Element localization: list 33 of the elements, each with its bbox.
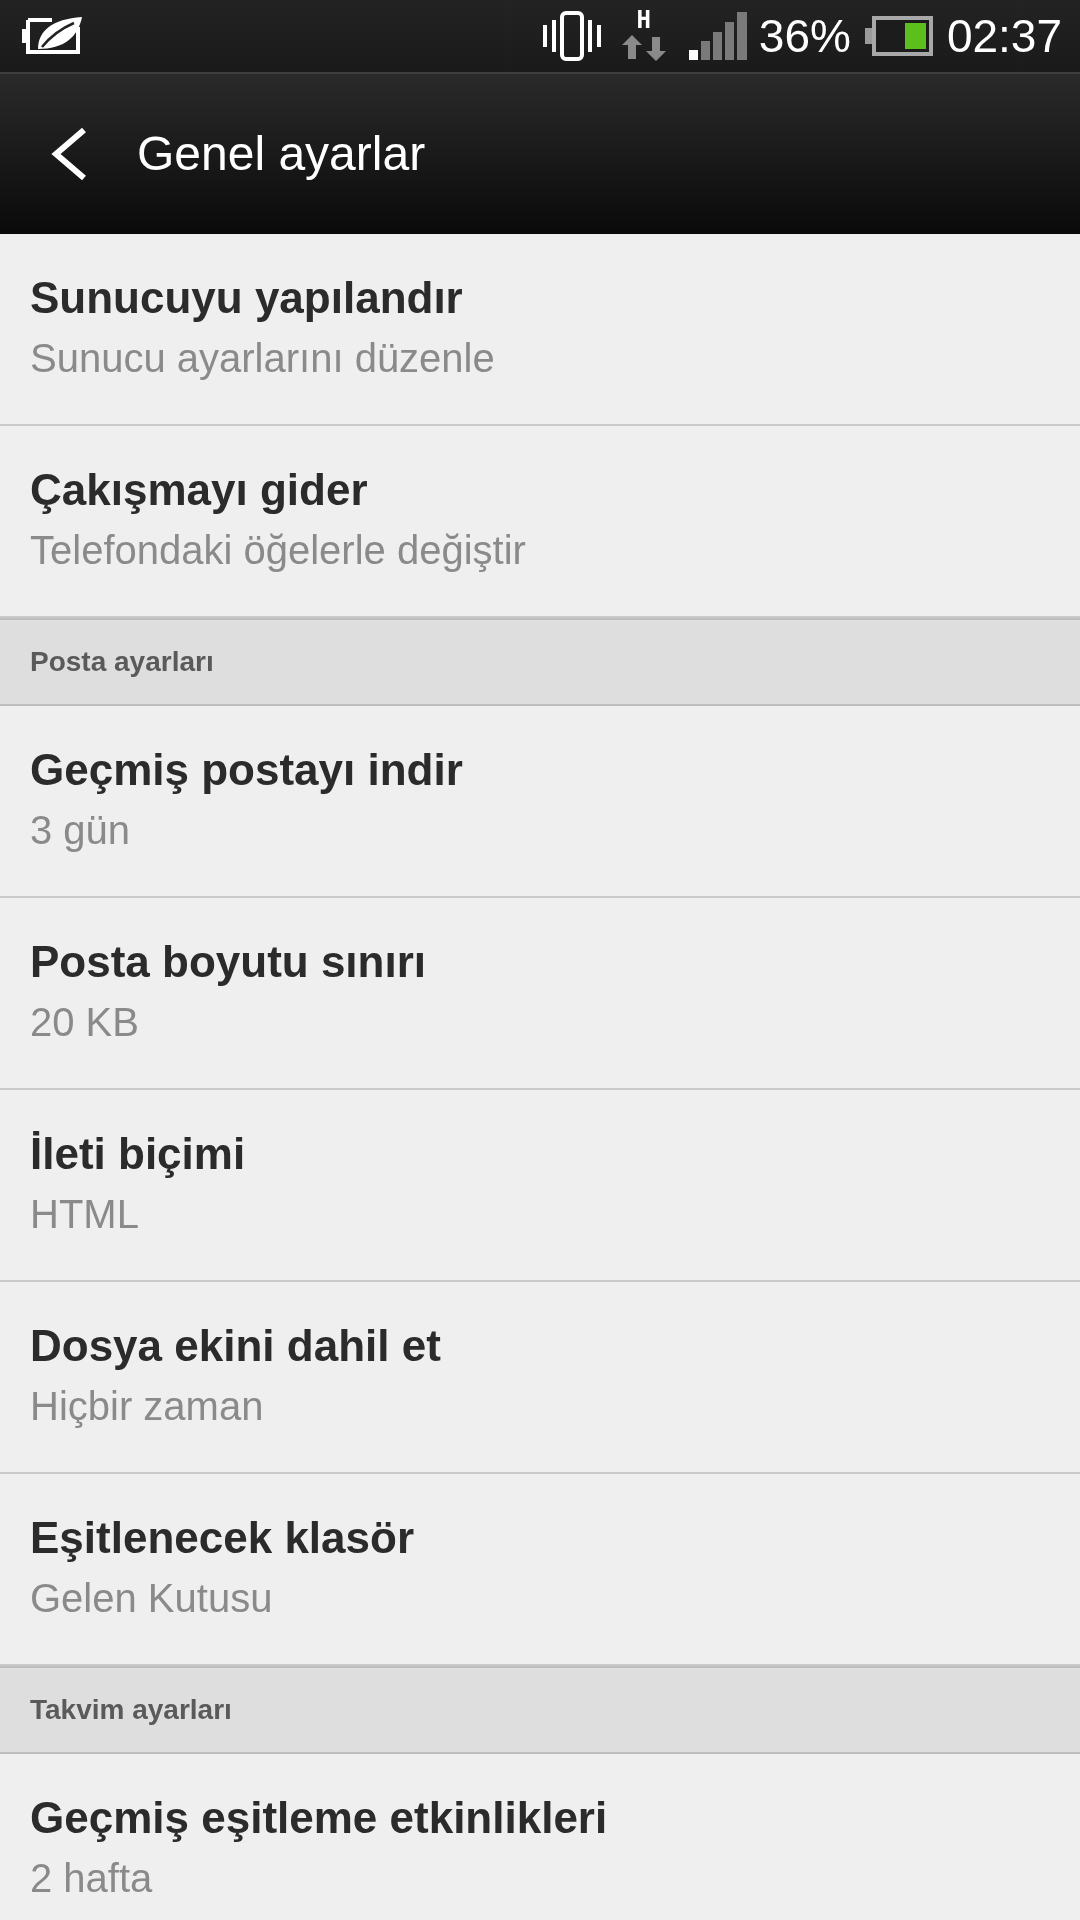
item-title: Geçmiş eşitleme etkinlikleri [30, 1792, 608, 1844]
screen-title: Genel ayarlar [137, 126, 426, 182]
settings-item[interactable]: Posta boyutu sınırı 20 KB [0, 898, 1080, 1090]
item-summary: Telefondaki öğelerle değiştir [30, 527, 526, 574]
item-summary: HTML [30, 1191, 139, 1238]
item-title: Geçmiş postayı indir [30, 744, 463, 796]
item-title: İleti biçimi [30, 1128, 246, 1180]
item-title: Dosya ekini dahil et [30, 1320, 441, 1372]
settings-item[interactable]: Sunucuyu yapılandır Sunucu ayarlarını düzenle [0, 234, 1080, 426]
signal-icon [688, 12, 747, 60]
item-summary: Sunucu ayarlarını düzenle [30, 335, 495, 382]
item-title: Sunucuyu yapılandır [30, 272, 463, 324]
item-title: Eşitlenecek klasör [30, 1512, 414, 1564]
settings-item[interactable]: Geçmiş postayı indir 3 gün [0, 706, 1080, 898]
item-summary: Gelen Kutusu [30, 1575, 273, 1622]
data-arrows-icon [621, 33, 666, 63]
settings-item[interactable]: İleti biçimi HTML [0, 1090, 1080, 1282]
item-title: Çakışmayı gider [30, 464, 368, 516]
network-type-label: H [636, 9, 651, 31]
item-title: Posta boyutu sınırı [30, 936, 427, 988]
settings-item[interactable]: Dosya ekini dahil et Hiçbir zaman [0, 1282, 1080, 1474]
clock-time: 02:37 [946, 10, 1062, 62]
leaf-battery-icon [22, 15, 84, 57]
item-summary: 3 gün [30, 807, 131, 854]
item-summary: 2 hafta [30, 1855, 153, 1902]
item-summary: Hiçbir zaman [30, 1383, 264, 1430]
settings-item[interactable]: Geçmiş eşitleme etkinlikleri 2 hafta [0, 1754, 1080, 1920]
item-summary: 20 KB [30, 999, 139, 1046]
section-header: Takvim ayarları [0, 1666, 1080, 1754]
battery-icon [864, 16, 933, 56]
section-header: Posta ayarları [0, 618, 1080, 706]
vibrate-icon [540, 11, 603, 61]
battery-percent: 36% [758, 10, 851, 62]
